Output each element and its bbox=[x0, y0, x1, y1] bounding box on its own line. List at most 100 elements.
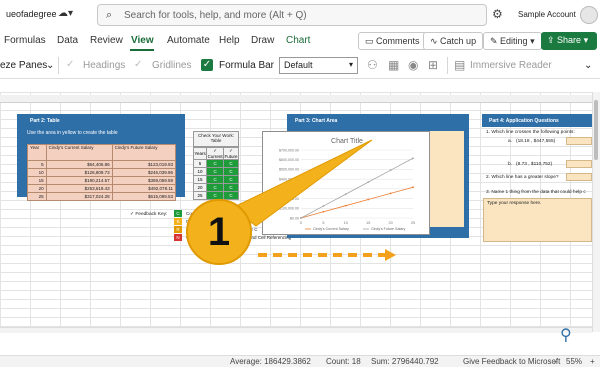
part4-title: Part 4: Application Questions bbox=[489, 118, 559, 124]
check-cell[interactable]: C bbox=[223, 175, 239, 184]
table-cell[interactable]: $190,214.57 bbox=[45, 176, 113, 185]
table-row: 15 $190,214.57 $369,059.59 bbox=[27, 176, 177, 185]
check-header-row: Years ✓ Current ✓ Future bbox=[192, 147, 239, 160]
check-header-current[interactable]: ✓ Current bbox=[206, 147, 225, 160]
table-cell[interactable]: $615,099.53 bbox=[111, 192, 177, 201]
vertical-scroll-thumb[interactable] bbox=[594, 100, 598, 160]
check-row: 5CC bbox=[192, 159, 239, 168]
tab-help[interactable]: Help bbox=[219, 35, 240, 46]
zoom-level[interactable]: 55% bbox=[566, 357, 582, 366]
ribbon-expand-icon[interactable]: ⌄ bbox=[584, 60, 592, 71]
formula-bar-label: Formula Bar bbox=[219, 60, 275, 71]
tab-formulas[interactable]: Formulas bbox=[4, 35, 46, 46]
response-box[interactable]: Type your response here. bbox=[483, 198, 592, 242]
check-cell[interactable]: 10 bbox=[192, 167, 208, 176]
table-cell[interactable]: $123,019.93 bbox=[111, 160, 177, 169]
table-cell[interactable]: 10 bbox=[27, 168, 47, 177]
check-cell[interactable]: C bbox=[206, 159, 225, 168]
check-cell[interactable]: C bbox=[206, 167, 225, 176]
gridlines-label: Gridlines bbox=[152, 60, 192, 71]
chart-y-tick-label: $500,000.00 bbox=[279, 168, 299, 172]
zoom-out-icon[interactable]: – bbox=[553, 357, 557, 366]
save-view-icon[interactable]: ▦ bbox=[388, 58, 399, 72]
check-cell[interactable]: C bbox=[223, 183, 239, 192]
settings-gear-icon[interactable]: ⚙ bbox=[492, 7, 503, 21]
check-row: 15 C C bbox=[192, 175, 239, 184]
salary-line-chart[interactable]: Chart Title $0.00 $100,000.00 $200,000.00 $… bbox=[262, 131, 430, 235]
check-cell[interactable]: C bbox=[223, 159, 239, 168]
table-cell[interactable]: $126,809.73 bbox=[45, 168, 113, 177]
tab-automate[interactable]: Automate bbox=[167, 35, 210, 46]
check-header-future[interactable]: ✓ Future bbox=[223, 147, 239, 160]
share-button[interactable]: ⇪ Share ▾ bbox=[541, 32, 597, 50]
answer-2-cell[interactable] bbox=[566, 173, 592, 181]
editing-button[interactable]: ✎ Editing ▾ bbox=[483, 32, 542, 50]
location-pin-icon[interactable]: ⚲ bbox=[560, 325, 572, 345]
table-cell[interactable]: 15 bbox=[27, 176, 47, 185]
check-cell[interactable]: 20 bbox=[192, 183, 208, 192]
tab-draw[interactable]: Draw bbox=[251, 35, 274, 46]
answer-1b-cell[interactable] bbox=[566, 160, 592, 168]
table-cell[interactable]: 20 bbox=[27, 184, 47, 193]
tab-data[interactable]: Data bbox=[57, 35, 78, 46]
chart-y-tick-label: $600,000.00 bbox=[279, 158, 299, 162]
zoom-in-icon[interactable]: + bbox=[590, 357, 595, 366]
salary-table[interactable]: Year Cindy's Current Salary Cindy's Futu… bbox=[27, 144, 177, 201]
feedback-key-c: C bbox=[174, 210, 182, 217]
check-cell[interactable]: C bbox=[223, 167, 239, 176]
chart-y-tick-label: $200,000.00 bbox=[279, 197, 299, 201]
immersive-reader-label[interactable]: Immersive Reader bbox=[470, 60, 552, 71]
comments-button[interactable]: ▭ Comments bbox=[358, 32, 427, 50]
table-header-year[interactable]: Year bbox=[27, 144, 47, 161]
chart-data-point bbox=[344, 204, 347, 207]
show-view-icon[interactable]: ◉ bbox=[408, 58, 418, 72]
cloud-sync-icon[interactable]: ☁▾ bbox=[58, 8, 73, 19]
table-cell[interactable]: $317,024.28 bbox=[45, 192, 113, 201]
status-feedback[interactable]: Give Feedback to Microsoft bbox=[463, 357, 560, 366]
table-cell[interactable]: 25 bbox=[27, 192, 47, 201]
table-header-current[interactable]: Cindy's Current Salary bbox=[45, 144, 113, 161]
check-cell[interactable]: 5 bbox=[192, 159, 208, 168]
check-cell[interactable]: 25 bbox=[192, 191, 208, 200]
table-cell[interactable]: $369,059.59 bbox=[111, 176, 177, 185]
horizontal-scrollbar[interactable] bbox=[0, 327, 592, 333]
new-view-icon[interactable]: ⚇ bbox=[367, 58, 378, 72]
avatar[interactable] bbox=[580, 6, 598, 24]
table-cell[interactable]: $246,039.86 bbox=[111, 168, 177, 177]
answer-1a-cell[interactable] bbox=[566, 137, 592, 145]
headings-checkbox[interactable]: ✓ bbox=[66, 59, 78, 71]
check-header-years[interactable]: Years bbox=[192, 147, 208, 160]
formula-bar-checkbox[interactable]: ✓ bbox=[201, 59, 213, 71]
freeze-panes-caret-icon[interactable]: ⌄ bbox=[46, 60, 54, 71]
check-work-table[interactable]: Years ✓ Current ✓ Future 5CC 10 C C 15 C C 20 C… bbox=[192, 147, 239, 200]
status-average[interactable]: Average: 186429.3862 bbox=[230, 357, 311, 366]
column-header-row[interactable] bbox=[0, 95, 592, 103]
table-cell[interactable]: $253,619.43 bbox=[45, 184, 113, 193]
table-cell[interactable]: $492,078.11 bbox=[111, 184, 177, 193]
chart-x-tick-label: 5 bbox=[322, 221, 324, 225]
gridlines-checkbox[interactable]: ✓ bbox=[134, 59, 146, 71]
sheet-view-dropdown[interactable]: Default ▾ bbox=[279, 57, 358, 74]
question-1: 1. Which line crosses the following poin… bbox=[486, 130, 575, 135]
check-cell[interactable]: C bbox=[206, 175, 225, 184]
catchup-button[interactable]: ∿ Catch up bbox=[423, 32, 484, 50]
tab-chart[interactable]: Chart bbox=[286, 35, 310, 46]
table-cell[interactable]: 5 bbox=[27, 160, 47, 169]
tab-review[interactable]: Review bbox=[90, 35, 123, 46]
status-sum[interactable]: Sum: 2796440.792 bbox=[371, 357, 439, 366]
check-cell[interactable]: C bbox=[223, 191, 239, 200]
table-cell[interactable]: $64,406.86 bbox=[45, 160, 113, 169]
status-count[interactable]: Count: 18 bbox=[326, 357, 361, 366]
immersive-reader-icon[interactable]: ▤ bbox=[454, 58, 465, 72]
zoom-selection-icon[interactable]: ⊞ bbox=[428, 58, 438, 72]
tab-view[interactable]: View bbox=[131, 35, 154, 46]
check-cell[interactable]: C bbox=[206, 183, 225, 192]
search-box[interactable]: ⌕ Search for tools, help, and more (Alt … bbox=[97, 4, 487, 26]
account-name[interactable]: Sample Account bbox=[518, 10, 576, 19]
search-placeholder: Search for tools, help, and more (Alt + … bbox=[124, 10, 307, 21]
chart-series-line bbox=[300, 186, 414, 219]
freeze-panes-button[interactable]: eze Panes bbox=[0, 60, 47, 71]
workbook-name[interactable]: ueofadegree bbox=[6, 9, 57, 19]
table-header-future[interactable]: Cindy's Future Salary bbox=[111, 144, 177, 161]
check-cell[interactable]: 15 bbox=[192, 175, 208, 184]
